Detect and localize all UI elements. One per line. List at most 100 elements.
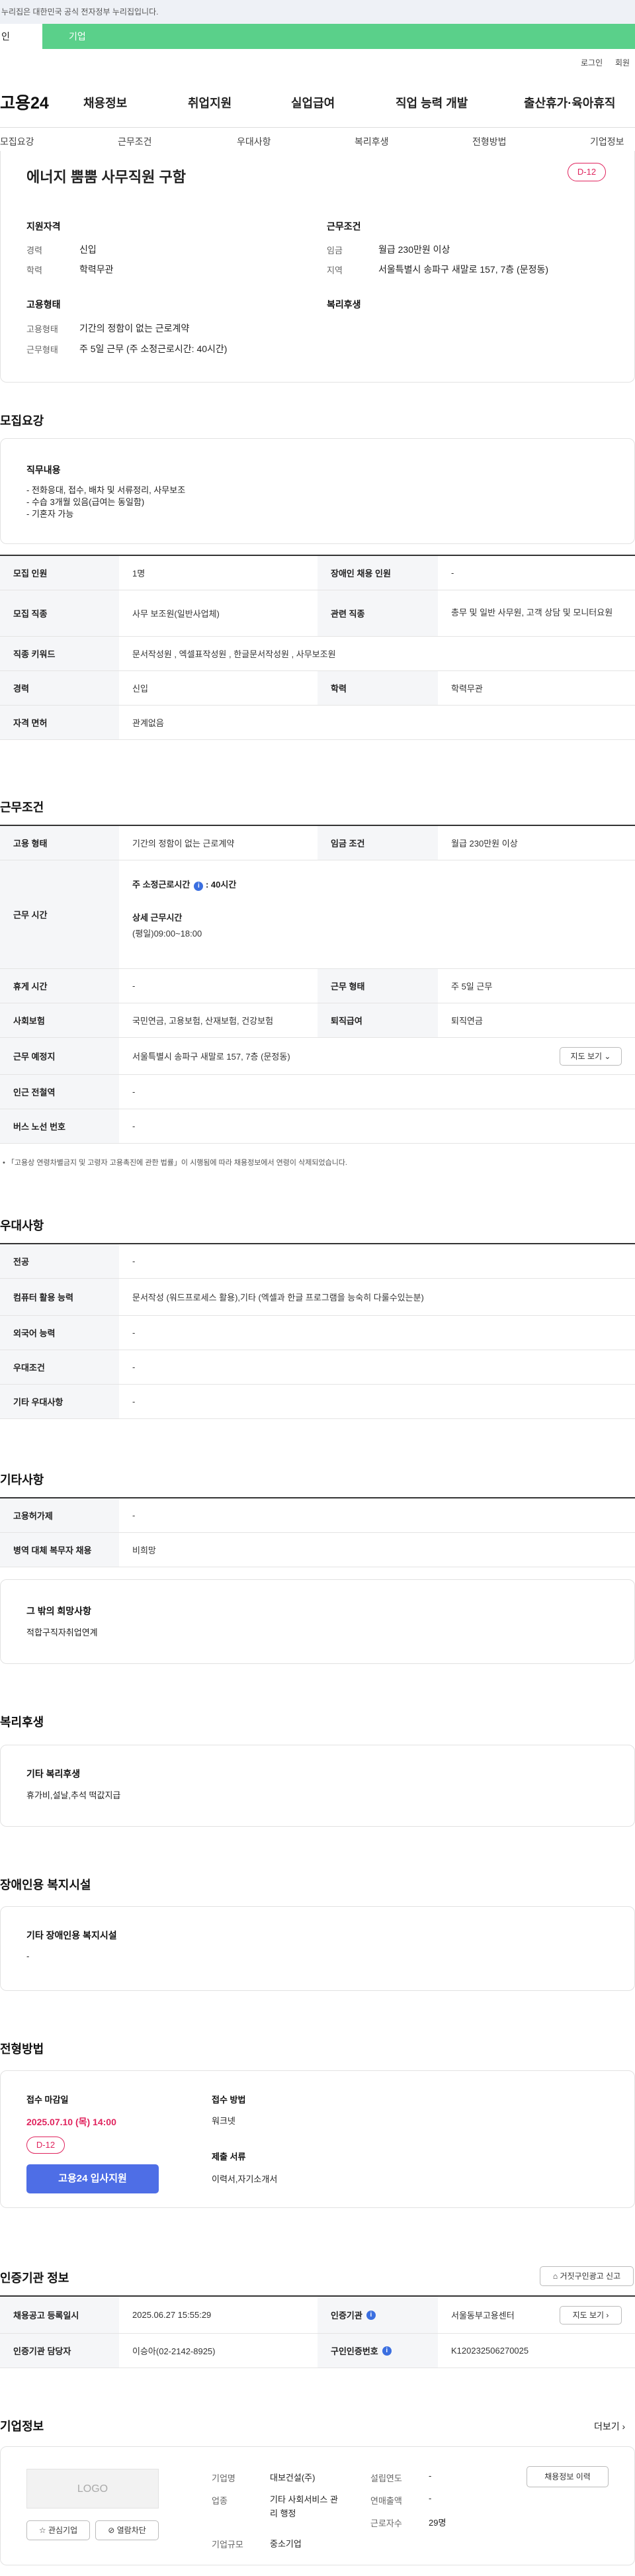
founded-label: 설립연도 xyxy=(370,2473,402,2483)
table-row: 기타 우대사항 - xyxy=(0,1385,635,1419)
th: 경력 xyxy=(0,671,119,705)
td: K120232506270025 xyxy=(451,2346,529,2356)
size-label: 기업규모 xyxy=(212,2540,243,2550)
th: 자격 면허 xyxy=(0,706,119,739)
th: 고용 형태 xyxy=(0,826,119,860)
th: 근무 형태 xyxy=(318,969,438,1003)
emptype-label: 고용형태 xyxy=(26,324,58,334)
block-view-button[interactable]: ⊘ 열람차단 xyxy=(95,2520,159,2540)
td: 문서작성 (워드프로세스 활용),기타 (엑셀과 한글 프로그램을 능숙히 다룰… xyxy=(132,1293,424,1303)
table-row: 고용 형태 기간의 정함이 없는 근로계약 임금 조건 월급 230만원 이상 xyxy=(0,826,635,860)
welfare-box xyxy=(0,1745,635,1827)
duty-line: - 수습 3개월 있음(급여는 동일함) xyxy=(26,497,145,507)
gnb-jobs[interactable]: 채용정보 xyxy=(83,94,127,111)
td: 서울동부고용센터 xyxy=(451,2311,515,2321)
region-label: 지역 xyxy=(327,265,343,275)
deadline-heading: 접수 마감일 xyxy=(26,2095,69,2105)
chevron-right-icon: › xyxy=(622,2421,626,2432)
career-value: 신입 xyxy=(79,244,97,255)
table-row: 고용허가제 - xyxy=(0,1498,635,1533)
recruit-table: 모집 인원 1명 장애인 채용 인원 - 모집 직종 사무 보조원(일반사업체)… xyxy=(0,556,635,755)
subnav-welfare[interactable]: 복리후생 xyxy=(355,135,389,148)
workcond-heading: 근무조건 xyxy=(327,221,361,232)
section-process-title: 전형방법 xyxy=(0,2043,44,2056)
info-icon[interactable]: i xyxy=(366,2310,376,2320)
login-link[interactable]: 로그인 xyxy=(581,57,603,68)
table-row: 직종 키워드 문서작성원 , 엑셀표작성원 , 한글문서작성원 , 사무보조원 xyxy=(0,637,635,671)
table-row: 인근 전철역 - xyxy=(0,1075,635,1109)
tab-company[interactable]: 기업 xyxy=(69,24,86,49)
td: 총무 및 일반 사무원, 고객 상담 및 모니터요원 xyxy=(451,608,613,618)
subnav-company[interactable]: 기업정보 xyxy=(590,135,624,148)
section-disability-title: 장애인용 복지시설 xyxy=(0,1878,91,1892)
th: 채용공고 등록일시 xyxy=(0,2297,119,2333)
td: - xyxy=(132,1121,136,1131)
company-name-value: 대보건설(주) xyxy=(270,2473,316,2483)
subnav-workcond[interactable]: 근무조건 xyxy=(118,135,152,148)
table-row: 모집 직종 사무 보조원(일반사업체) 관련 직종 총무 및 일반 사무원, 고… xyxy=(0,590,635,637)
job-history-button[interactable]: 채용정보 이력 xyxy=(527,2466,609,2487)
weekly-hours-label: 주 소정근로시간 xyxy=(132,880,190,890)
section-etc-title: 기타사항 xyxy=(0,1473,44,1487)
emptype-value: 기간의 정함이 없는 근로계약 xyxy=(79,323,190,334)
table-row: 채용공고 등록일시 2025.06.27 15:55:29 인증기관 i 서울동부… xyxy=(0,2297,635,2334)
employees-label: 근로자수 xyxy=(370,2518,402,2528)
weekly-hours: 주 소정근로시간 i : 40시간 xyxy=(132,878,236,891)
th: 전공 xyxy=(0,1244,119,1278)
th: 근무 예정지 xyxy=(0,1038,119,1074)
th: 휴게 시간 xyxy=(0,969,119,1003)
hours-detail-value: (평일)09:00~18:00 xyxy=(132,929,202,939)
th: 인증기관 i xyxy=(318,2297,438,2333)
table-row: 전공 - xyxy=(0,1244,635,1279)
report-label: 거짓구인광고 신고 xyxy=(560,2272,621,2281)
th: 퇴직급여 xyxy=(318,1003,438,1037)
info-icon[interactable]: i xyxy=(382,2346,392,2356)
false-ad-report-button[interactable]: ⌂ 거짓구인광고 신고 xyxy=(540,2266,634,2286)
info-icon[interactable]: i xyxy=(194,882,204,891)
table-row: 사회보험 국민연금, 고용보험, 산재보험, 건강보험 퇴직급여 퇴직연금 xyxy=(0,1003,635,1038)
table-row: 버스 노선 번호 - xyxy=(0,1109,635,1144)
wish-value: 적합구직자취업연계 xyxy=(26,1628,98,1637)
block-label: 열람차단 xyxy=(116,2526,146,2535)
map-view-label: 지도 보기 xyxy=(570,1052,603,1061)
join-link[interactable]: 회원 xyxy=(615,57,630,68)
td: - xyxy=(132,981,136,991)
table-row: 휴게 시간 - 근무 형태 주 5일 근무 xyxy=(0,969,635,1003)
apply-button[interactable]: 고용24 입사지원 xyxy=(26,2164,159,2193)
th: 인증기관 담당자 xyxy=(0,2334,119,2368)
section-recruit-title: 모집요강 xyxy=(0,414,44,428)
subnav-process[interactable]: 전형방법 xyxy=(472,135,507,148)
tab-person[interactable]: 인 xyxy=(0,24,42,49)
td: 기간의 정함이 없는 근로계약 xyxy=(132,839,235,849)
gnb-employment-support[interactable]: 취업지원 xyxy=(188,94,232,111)
duty-line: - 기혼자 가능 xyxy=(26,509,74,519)
map-view-button[interactable]: 지도 보기 ⌄ xyxy=(560,1047,622,1066)
wish-heading: 그 밖의 희망사항 xyxy=(26,1606,91,1616)
td: - xyxy=(132,1328,136,1338)
hours-detail-heading: 상세 근무시간 xyxy=(132,913,183,923)
age-note: • 「고용상 연령차별금지 및 고령자 고용촉진에 관한 법률」이 시행됨에 따… xyxy=(3,1157,347,1168)
pref-table: 전공 - 컴퓨터 활용 능력 문서작성 (워드프로세스 활용),기타 (엑셀과 … xyxy=(0,1244,635,1423)
gnb-unemployment-benefit[interactable]: 실업급여 xyxy=(291,94,335,111)
gnb-maternity-leave[interactable]: 출산휴가·육아휴직 xyxy=(524,94,615,111)
td: 주 5일 근무 xyxy=(451,982,493,991)
company-more-link[interactable]: 더보기 › xyxy=(594,2420,625,2433)
td: 2025.06.27 15:55:29 xyxy=(132,2310,212,2320)
td: 신입 xyxy=(132,684,148,694)
td: - xyxy=(132,1510,136,1520)
site-logo[interactable]: 고용24 xyxy=(0,90,49,114)
table-row: 병역 대체 복무자 채용 비희망 xyxy=(0,1533,635,1567)
th: 모집 인원 xyxy=(0,556,119,590)
subnav-preference[interactable]: 우대사항 xyxy=(237,135,271,148)
th: 사회보험 xyxy=(0,1003,119,1037)
favorite-company-button[interactable]: ☆ 관심기업 xyxy=(26,2520,90,2540)
subnav-recruit[interactable]: 모집요강 xyxy=(0,135,34,148)
td: 1명 xyxy=(132,569,146,578)
gov-notice: 누리집은 대한민국 공식 전자정부 누리집입니다. xyxy=(0,0,635,24)
gnb-vocational-training[interactable]: 직업 능력 개발 xyxy=(396,94,468,111)
table-row: 우대조건 - xyxy=(0,1350,635,1385)
th: 모집 직종 xyxy=(0,590,119,636)
agency-map-button[interactable]: 지도 보기 › xyxy=(560,2306,622,2324)
weekly-hours-value: : 40시간 xyxy=(205,880,237,890)
company-name-label: 기업명 xyxy=(212,2473,235,2483)
